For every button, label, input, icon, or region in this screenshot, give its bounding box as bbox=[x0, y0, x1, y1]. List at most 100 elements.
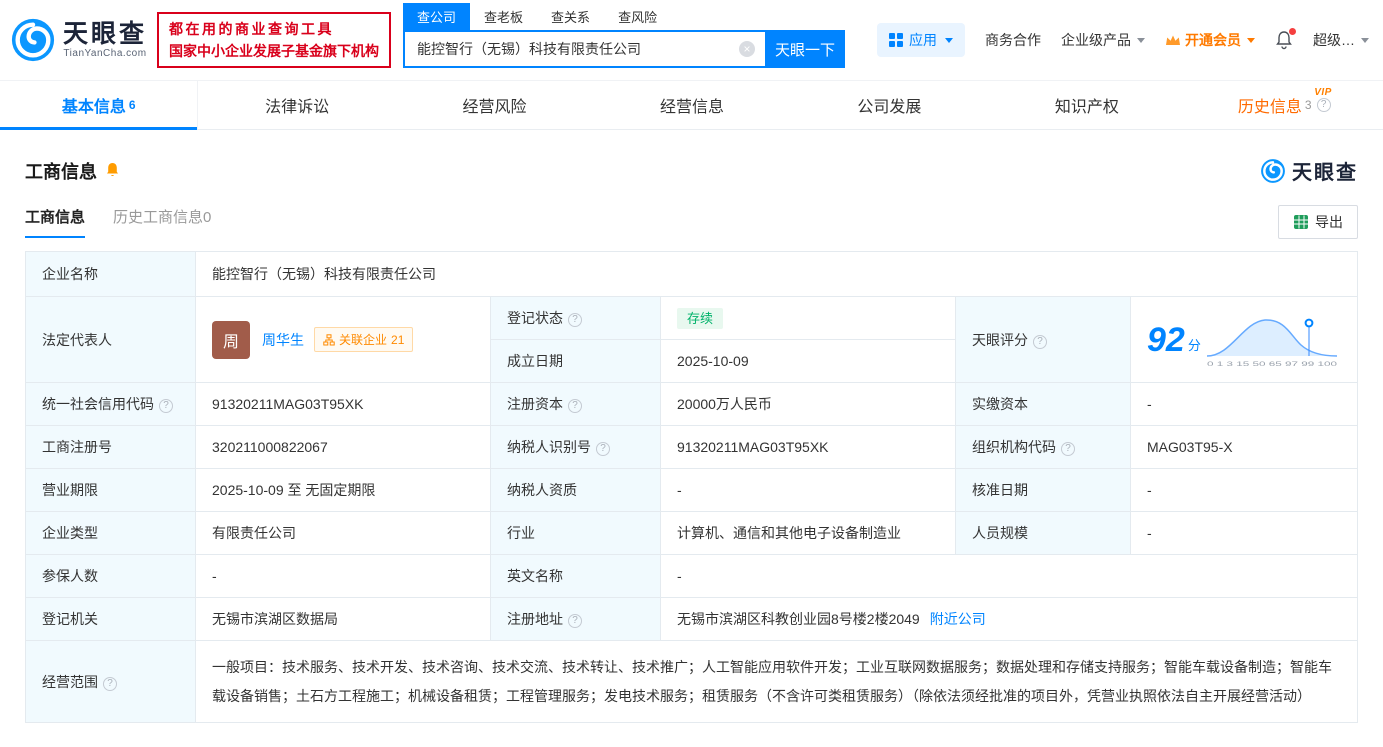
watermark-logo: 天眼查 bbox=[1260, 156, 1358, 185]
tab-intellectual-property[interactable]: 知识产权 bbox=[988, 81, 1185, 129]
search-tab-company[interactable]: 查公司 bbox=[403, 3, 470, 30]
value-paid-capital: - bbox=[1131, 383, 1358, 426]
search-bar: 天眼一下 bbox=[403, 30, 845, 68]
table-row: 参保人数 - 英文名称 - bbox=[26, 555, 1358, 598]
value-approval-date: - bbox=[1131, 469, 1358, 512]
search-tab-relation[interactable]: 查关系 bbox=[537, 3, 604, 30]
tab-basic-info[interactable]: 基本信息6 bbox=[0, 81, 198, 129]
slogan-box: 都在用的商业查询工具 国家中小企业发展子基金旗下机构 bbox=[157, 12, 391, 69]
label-reg-address: 注册地址 bbox=[491, 598, 661, 641]
value-staff-size: - bbox=[1131, 512, 1358, 555]
chevron-down-icon bbox=[1247, 38, 1255, 43]
monitor-bell-icon[interactable] bbox=[105, 162, 120, 179]
notification-bell[interactable] bbox=[1275, 30, 1293, 50]
tab-intellectual-property-label: 知识产权 bbox=[1055, 93, 1119, 117]
subtab-business-info[interactable]: 工商信息 bbox=[25, 206, 85, 238]
value-english-name: - bbox=[661, 555, 1358, 598]
tab-business-info-label: 经营信息 bbox=[660, 93, 724, 117]
page: 天眼查 TianYanCha.com 都在用的商业查询工具 国家中小企业发展子基… bbox=[0, 0, 1383, 747]
label-industry: 行业 bbox=[491, 512, 661, 555]
help-icon[interactable] bbox=[596, 442, 610, 456]
help-icon[interactable] bbox=[568, 399, 582, 413]
help-icon[interactable] bbox=[1033, 335, 1047, 349]
brand-name: 天眼查 bbox=[63, 21, 147, 47]
label-taxpayer-qualification: 纳税人资质 bbox=[491, 469, 661, 512]
value-taxpayer-id: 91320211MAG03T95XK bbox=[661, 426, 956, 469]
slogan-line1: 都在用的商业查询工具 bbox=[169, 18, 379, 40]
legal-rep-avatar[interactable]: 周 bbox=[212, 321, 250, 359]
search-button[interactable]: 天眼一下 bbox=[765, 30, 845, 68]
label-legal-rep: 法定代表人 bbox=[26, 297, 196, 383]
value-org-code: MAG03T95-X bbox=[1131, 426, 1358, 469]
label-org-code: 组织机构代码 bbox=[956, 426, 1131, 469]
table-row: 法定代表人 周 周华生 bbox=[26, 297, 1358, 340]
search-input-wrap bbox=[403, 30, 765, 68]
table-row: 企业名称 能控智行（无锡）科技有限责任公司 bbox=[26, 252, 1358, 297]
value-insured-count: - bbox=[196, 555, 491, 598]
search-tab-boss[interactable]: 查老板 bbox=[470, 3, 537, 30]
top-header: 天眼查 TianYanCha.com 都在用的商业查询工具 国家中小企业发展子基… bbox=[0, 0, 1383, 80]
value-company-name: 能控智行（无锡）科技有限责任公司 bbox=[196, 252, 1358, 297]
tianyancha-logo-icon bbox=[1260, 158, 1286, 184]
svg-text:0 1 3 15 50 65 97 99 100: 0 1 3 15 50 65 97 99 100 bbox=[1207, 361, 1338, 368]
tab-operational-risk[interactable]: 经营风险 bbox=[396, 81, 593, 129]
value-taxpayer-qualification: - bbox=[661, 469, 956, 512]
value-tianyan-score[interactable]: 92分 0 1 3 15 50 65 97 99 100 bbox=[1131, 297, 1358, 383]
legal-rep-name-link[interactable]: 周华生 bbox=[262, 330, 304, 350]
help-icon[interactable] bbox=[1061, 442, 1075, 456]
vip-badge: VIP bbox=[1314, 87, 1332, 98]
business-info-section: 工商信息 天眼查 工商信息 历史工商信息0 bbox=[0, 130, 1383, 723]
tianyancha-logo[interactable]: 天眼查 TianYanCha.com bbox=[10, 17, 147, 63]
notification-dot bbox=[1289, 28, 1296, 35]
help-icon[interactable] bbox=[103, 677, 117, 691]
menu-business-cooperation[interactable]: 商务合作 bbox=[985, 30, 1041, 50]
open-vip-label: 开通会员 bbox=[1185, 30, 1241, 50]
table-row: 企业类型 有限责任公司 行业 计算机、通信和其他电子设备制造业 人员规模 - bbox=[26, 512, 1358, 555]
export-label: 导出 bbox=[1315, 212, 1343, 232]
value-credit-code: 91320211MAG03T95XK bbox=[196, 383, 491, 426]
subtab-history-business-info[interactable]: 历史工商信息0 bbox=[113, 206, 211, 238]
search-input[interactable] bbox=[403, 30, 765, 68]
section-head: 工商信息 天眼查 bbox=[25, 156, 1358, 185]
export-button[interactable]: 导出 bbox=[1278, 205, 1358, 239]
label-english-name: 英文名称 bbox=[491, 555, 661, 598]
table-row: 工商注册号 320211000822067 纳税人识别号 91320211MAG… bbox=[26, 426, 1358, 469]
table-row: 经营范围 一般项目：技术服务、技术开发、技术咨询、技术交流、技术转让、技术推广；… bbox=[26, 641, 1358, 723]
label-paid-capital: 实缴资本 bbox=[956, 383, 1131, 426]
clear-icon[interactable] bbox=[739, 41, 755, 57]
value-reg-address: 无锡市滨湖区科教创业园8号楼2楼2049附近公司 bbox=[661, 598, 1358, 641]
tab-legal-proceedings[interactable]: 法律诉讼 bbox=[198, 81, 395, 129]
menu-open-vip[interactable]: 开通会员 bbox=[1165, 30, 1255, 50]
help-icon[interactable] bbox=[159, 399, 173, 413]
table-row: 登记机关 无锡市滨湖区数据局 注册地址 无锡市滨湖区科教创业园8号楼2楼2049… bbox=[26, 598, 1358, 641]
value-reg-number: 320211000822067 bbox=[196, 426, 491, 469]
help-icon[interactable] bbox=[568, 614, 582, 628]
subtab-row: 工商信息 历史工商信息0 导出 bbox=[25, 205, 1358, 239]
tab-company-development[interactable]: 公司发展 bbox=[791, 81, 988, 129]
help-icon[interactable] bbox=[568, 313, 582, 327]
chevron-down-icon bbox=[1137, 38, 1145, 43]
tab-basic-info-label: 基本信息 bbox=[62, 93, 126, 117]
menu-enterprise-products[interactable]: 企业级产品 bbox=[1061, 30, 1145, 50]
label-business-term: 营业期限 bbox=[26, 469, 196, 512]
tab-business-info[interactable]: 经营信息 bbox=[593, 81, 790, 129]
help-icon[interactable] bbox=[1317, 98, 1331, 112]
label-establish-date: 成立日期 bbox=[491, 340, 661, 383]
tab-history-info[interactable]: VIP 历史信息3 bbox=[1186, 81, 1383, 129]
label-taxpayer-id: 纳税人识别号 bbox=[491, 426, 661, 469]
chevron-down-icon bbox=[945, 38, 953, 43]
search-tab-risk[interactable]: 查风险 bbox=[604, 3, 671, 30]
brand-domain: TianYanCha.com bbox=[63, 48, 147, 59]
super-vip-label: 超级… bbox=[1313, 30, 1355, 50]
org-structure-icon bbox=[323, 334, 335, 346]
tab-basic-info-count: 6 bbox=[129, 98, 136, 112]
related-companies-badge[interactable]: 关联企业 21 bbox=[314, 327, 413, 352]
label-business-scope: 经营范围 bbox=[26, 641, 196, 723]
apps-button[interactable]: 应用 bbox=[877, 23, 965, 57]
label-reg-capital: 注册资本 bbox=[491, 383, 661, 426]
table-row: 营业期限 2025-10-09 至 无固定期限 纳税人资质 - 核准日期 - bbox=[26, 469, 1358, 512]
value-reg-status: 存续 bbox=[661, 297, 956, 340]
value-reg-capital: 20000万人民币 bbox=[661, 383, 956, 426]
menu-super-vip[interactable]: 超级… bbox=[1313, 30, 1369, 50]
nearby-companies-link[interactable]: 附近公司 bbox=[930, 611, 986, 627]
